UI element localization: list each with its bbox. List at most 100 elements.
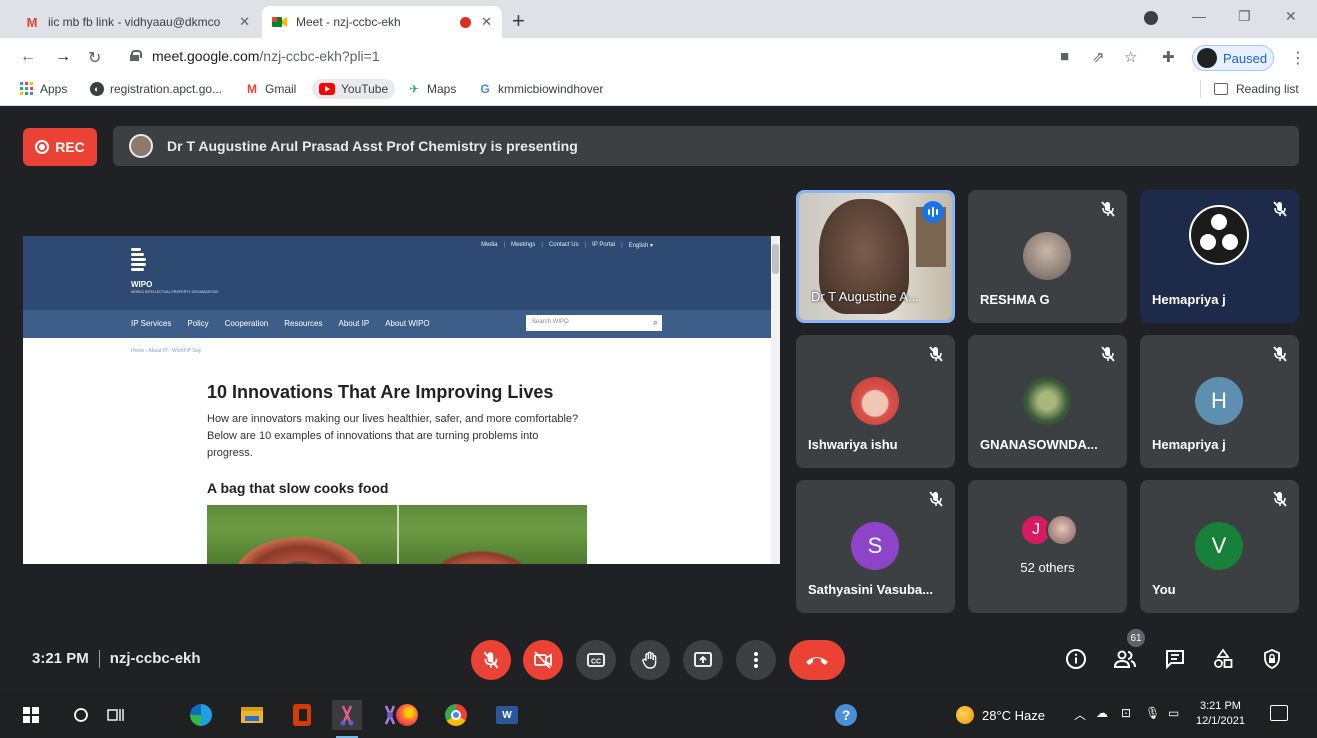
more-options-button[interactable] bbox=[736, 640, 776, 680]
bookmark-gmail[interactable]: M Gmail bbox=[245, 82, 296, 96]
weather-widget[interactable]: 28°C Haze bbox=[956, 706, 1045, 724]
participant-tile[interactable]: GNANASOWNDA... bbox=[968, 335, 1127, 468]
bookmark-youtube[interactable]: YouTube bbox=[312, 79, 396, 99]
meet-stage: REC Dr T Augustine Arul Prasad Asst Prof… bbox=[0, 107, 1317, 692]
microphone-icon[interactable]: 🎙 bbox=[1145, 706, 1160, 720]
article-title: 10 Innovations That Are Improving Lives bbox=[207, 382, 554, 402]
bookmark-label: Maps bbox=[427, 82, 457, 96]
tab-gmail[interactable]: M iic mb fb link - vidhyaau@dkmco ✕ bbox=[14, 6, 260, 38]
file-explorer-icon[interactable] bbox=[237, 700, 267, 730]
speaking-indicator-icon bbox=[922, 201, 944, 223]
word-icon[interactable]: W bbox=[492, 700, 522, 730]
people-button[interactable] bbox=[1111, 645, 1139, 673]
mic-off-icon bbox=[483, 651, 499, 669]
leave-call-button[interactable] bbox=[789, 640, 845, 680]
bookmark-star-icon[interactable]: ☆ bbox=[1124, 48, 1137, 66]
participant-tile[interactable]: Dr T Augustine A... bbox=[796, 190, 955, 323]
wipo-logo-icon bbox=[131, 248, 147, 278]
chevron-up-icon[interactable]: ︿ bbox=[1074, 706, 1086, 723]
forward-icon[interactable]: → bbox=[55, 48, 71, 66]
recording-badge: REC bbox=[23, 128, 97, 166]
reading-list-button[interactable]: Reading list bbox=[1200, 80, 1299, 98]
participant-tile[interactable]: S Sathyasini Vasuba... bbox=[796, 480, 955, 613]
participant-tile[interactable]: RESHMA G bbox=[968, 190, 1127, 323]
battery-icon[interactable]: ▭ bbox=[1168, 706, 1179, 720]
search-icon[interactable] bbox=[66, 700, 96, 730]
host-controls-button[interactable] bbox=[1258, 645, 1286, 673]
windows-taskbar: W ? 28°C Haze ︿ ☁ ⊡ 🎙 ▭ 3:21 PM 12/1/202… bbox=[0, 692, 1317, 738]
onedrive-icon[interactable]: ☁ bbox=[1096, 706, 1108, 720]
system-clock[interactable]: 3:21 PM 12/1/2021 bbox=[1196, 699, 1245, 729]
wipo-nav-item: IP Services bbox=[131, 319, 172, 328]
edge-icon[interactable] bbox=[186, 700, 216, 730]
office-icon[interactable] bbox=[287, 700, 317, 730]
activities-button[interactable] bbox=[1209, 645, 1237, 673]
shared-screen: Media | Meetings | Contact Us | IP Portal | … bbox=[23, 236, 780, 564]
mic-off-icon bbox=[1273, 346, 1287, 362]
youtube-icon bbox=[319, 83, 335, 95]
wipo-nav-item: About IP bbox=[338, 319, 370, 328]
wipo-header: Media | Meetings | Contact Us | IP Portal | … bbox=[23, 236, 771, 310]
camera-off-icon bbox=[534, 651, 552, 669]
firefox-icon[interactable] bbox=[392, 700, 422, 730]
captions-button[interactable]: CC bbox=[576, 640, 616, 680]
back-icon[interactable]: ← bbox=[20, 48, 36, 66]
snipping-tool-icon[interactable] bbox=[332, 700, 362, 738]
participant-tile-self[interactable]: V You bbox=[1140, 480, 1299, 613]
browser-menu-icon[interactable]: ⋮ bbox=[1290, 48, 1306, 68]
rec-label: REC bbox=[55, 139, 85, 155]
presenting-text: Dr T Augustine Arul Prasad Asst Prof Che… bbox=[167, 138, 578, 154]
svg-text:CC: CC bbox=[591, 659, 601, 666]
tab-search-icon[interactable] bbox=[1144, 11, 1158, 25]
camera-toggle-button[interactable] bbox=[523, 640, 563, 680]
bookmark-registration[interactable]: ◐ registration.apct.go... bbox=[90, 82, 222, 96]
participant-name: Sathyasini Vasuba... bbox=[808, 582, 933, 597]
chat-button[interactable] bbox=[1161, 645, 1189, 673]
others-tile[interactable]: J 52 others bbox=[968, 480, 1127, 613]
tab-meet[interactable]: Meet - nzj-ccbc-ekh ✕ bbox=[262, 6, 502, 38]
close-tab-icon[interactable]: ✕ bbox=[239, 14, 250, 30]
hang-up-icon bbox=[806, 657, 828, 665]
participant-tile[interactable]: Ishwariya ishu bbox=[796, 335, 955, 468]
wipo-top-links: Media | Meetings | Contact Us | IP Portal | … bbox=[481, 242, 653, 249]
help-icon[interactable]: ? bbox=[831, 700, 861, 730]
network-icon[interactable]: ⊡ bbox=[1121, 706, 1131, 720]
extensions-icon[interactable]: ✚ bbox=[1162, 48, 1175, 66]
close-tab-icon[interactable]: ✕ bbox=[481, 14, 492, 30]
meeting-details-button[interactable] bbox=[1062, 645, 1090, 673]
wipo-logo-sub: WORLD INTELLECTUAL PROPERTY ORGANIZATION bbox=[131, 290, 218, 294]
address-bar[interactable]: meet.google.com/nzj-ccbc-ekh?pli=1 bbox=[152, 48, 380, 64]
bookmark-maps[interactable]: ✈ Maps bbox=[407, 82, 456, 96]
minimize-icon[interactable]: — bbox=[1192, 8, 1206, 24]
mic-toggle-button[interactable] bbox=[471, 640, 511, 680]
divider bbox=[1200, 80, 1201, 98]
bookmark-label: YouTube bbox=[341, 82, 389, 96]
weather-sun-icon bbox=[956, 706, 974, 724]
apps-grid-icon bbox=[20, 82, 34, 96]
participant-tile[interactable]: H Hemapriya j bbox=[1140, 335, 1299, 468]
weather-text: 28°C Haze bbox=[982, 707, 1046, 723]
participant-name: Hemapriya j bbox=[1152, 292, 1226, 307]
bookmark-apps[interactable]: Apps bbox=[20, 82, 67, 96]
lock-icon[interactable] bbox=[130, 50, 142, 61]
windows-start-icon[interactable] bbox=[16, 700, 46, 730]
camera-icon[interactable]: ■ bbox=[1060, 48, 1069, 65]
participant-tile[interactable]: Hemapriya j bbox=[1140, 190, 1299, 323]
raise-hand-button[interactable] bbox=[630, 640, 670, 680]
notifications-icon[interactable] bbox=[1270, 705, 1288, 721]
bookmark-kmmicbiowindhover[interactable]: G kmmicbiowindhover bbox=[478, 82, 603, 96]
maps-icon: ✈ bbox=[408, 82, 420, 96]
share-icon[interactable]: ⇗ bbox=[1092, 48, 1105, 66]
close-window-icon[interactable]: ✕ bbox=[1285, 8, 1297, 25]
chrome-icon[interactable] bbox=[441, 700, 471, 730]
restore-icon[interactable]: ❐ bbox=[1238, 8, 1251, 25]
new-tab-button[interactable]: + bbox=[512, 8, 525, 34]
task-view-icon[interactable] bbox=[101, 700, 131, 730]
present-button[interactable] bbox=[683, 640, 723, 680]
profile-button[interactable]: Paused bbox=[1192, 45, 1274, 71]
presenter-avatar bbox=[129, 134, 153, 158]
mic-off-icon bbox=[1273, 201, 1287, 217]
browser-tab-bar: M iic mb fb link - vidhyaau@dkmco ✕ Meet… bbox=[0, 0, 1317, 38]
reload-icon[interactable]: ↻ bbox=[88, 48, 101, 68]
globe-icon: ◐ bbox=[90, 82, 104, 96]
